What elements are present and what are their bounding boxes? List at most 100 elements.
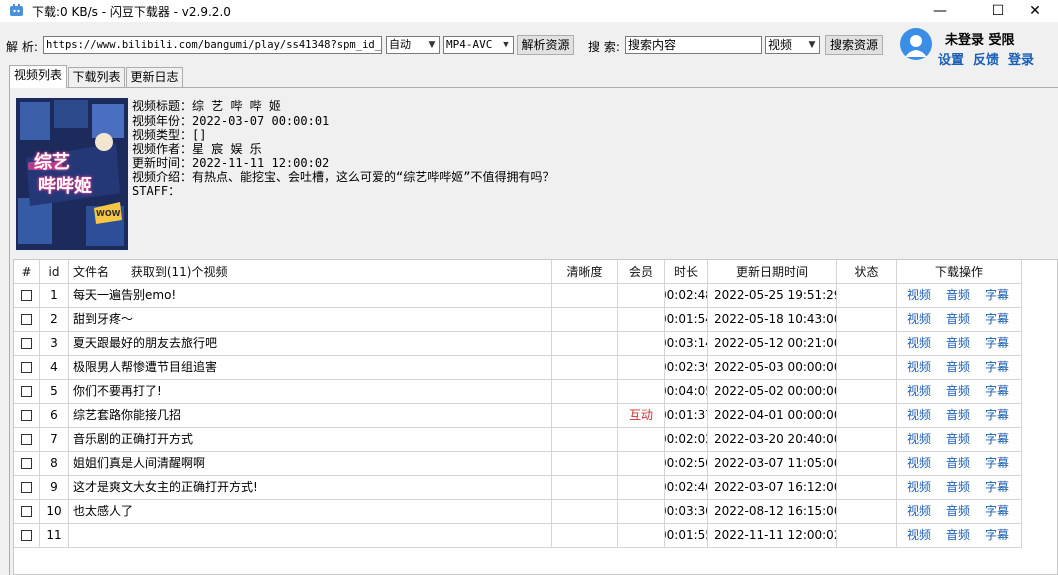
tab-download-list[interactable]: 下载列表	[68, 67, 125, 87]
download-subtitle-link[interactable]: 字幕	[985, 500, 1009, 523]
header-filename-label: 文件名	[73, 265, 110, 279]
download-video-link[interactable]: 视频	[907, 356, 931, 379]
row-id: 7	[40, 428, 69, 452]
chevron-down-icon: ▼	[808, 40, 816, 50]
download-audio-link[interactable]: 音频	[946, 524, 970, 547]
download-video-link[interactable]: 视频	[907, 308, 931, 331]
settings-link[interactable]: 设置	[938, 49, 964, 68]
download-video-link[interactable]: 视频	[907, 428, 931, 451]
row-date: 2022-04-01 00:00:00	[708, 404, 837, 428]
download-video-link[interactable]: 视频	[907, 524, 931, 547]
codec-value: MP4-AVC	[446, 38, 493, 51]
checkbox-cell	[14, 284, 40, 308]
row-quality	[552, 452, 618, 476]
row-duration: 00:02:02	[665, 428, 708, 452]
download-subtitle-link[interactable]: 字幕	[985, 308, 1009, 331]
close-button[interactable]: ✕	[1012, 0, 1058, 22]
download-subtitle-link[interactable]: 字幕	[985, 332, 1009, 355]
download-audio-link[interactable]: 音频	[946, 380, 970, 403]
download-audio-link[interactable]: 音频	[946, 308, 970, 331]
download-video-link[interactable]: 视频	[907, 404, 931, 427]
search-input[interactable]: 搜索内容	[625, 36, 762, 54]
row-filename: 甜到牙疼～	[69, 308, 552, 332]
row-ops: 视频 音频 字幕	[897, 500, 1022, 524]
download-subtitle-link[interactable]: 字幕	[985, 428, 1009, 451]
row-checkbox[interactable]	[21, 434, 32, 445]
search-button[interactable]: 搜索资源	[825, 35, 883, 55]
download-subtitle-link[interactable]: 字幕	[985, 380, 1009, 403]
user-icon	[905, 35, 927, 57]
row-filename: 音乐剧的正确打开方式	[69, 428, 552, 452]
row-ops: 视频 音频 字幕	[897, 404, 1022, 428]
row-date: 2022-08-12 16:15:00	[708, 500, 837, 524]
row-filename: 极限男人帮惨遭节目组追害	[69, 356, 552, 380]
cover-text-1: 综艺	[34, 152, 70, 173]
download-audio-link[interactable]: 音频	[946, 332, 970, 355]
download-video-link[interactable]: 视频	[907, 380, 931, 403]
download-audio-link[interactable]: 音频	[946, 404, 970, 427]
download-audio-link[interactable]: 音频	[946, 500, 970, 523]
row-checkbox[interactable]	[21, 314, 32, 325]
cover-text-2: 哔哔姬	[38, 176, 92, 197]
row-checkbox[interactable]	[21, 530, 32, 541]
row-id: 3	[40, 332, 69, 356]
row-checkbox[interactable]	[21, 458, 32, 469]
search-type-select[interactable]: 视频 ▼	[765, 36, 820, 54]
download-audio-link[interactable]: 音频	[946, 476, 970, 499]
header-hash: #	[14, 260, 40, 284]
row-vip	[618, 284, 665, 308]
row-checkbox[interactable]	[21, 338, 32, 349]
row-duration: 00:04:05	[665, 380, 708, 404]
tab-video-list[interactable]: 视频列表	[9, 65, 67, 88]
row-checkbox[interactable]	[21, 410, 32, 421]
row-status	[837, 284, 897, 308]
download-subtitle-link[interactable]: 字幕	[985, 356, 1009, 379]
login-link[interactable]: 登录	[1008, 49, 1034, 68]
download-subtitle-link[interactable]: 字幕	[985, 404, 1009, 427]
download-video-link[interactable]: 视频	[907, 452, 931, 475]
row-duration: 00:01:37	[665, 404, 708, 428]
row-vip	[618, 476, 665, 500]
row-ops: 视频 音频 字幕	[897, 356, 1022, 380]
download-subtitle-link[interactable]: 字幕	[985, 452, 1009, 475]
info-staff: STAFF：	[132, 184, 181, 198]
tab-changelog[interactable]: 更新日志	[126, 67, 183, 87]
checkbox-cell	[14, 524, 40, 548]
row-date: 2022-05-25 19:51:29	[708, 284, 837, 308]
download-video-link[interactable]: 视频	[907, 284, 931, 307]
row-status	[837, 308, 897, 332]
download-video-link[interactable]: 视频	[907, 332, 931, 355]
download-subtitle-link[interactable]: 字幕	[985, 524, 1009, 547]
url-input[interactable]: https://www.bilibili.com/bangumi/play/ss…	[43, 36, 382, 54]
feedback-link[interactable]: 反馈	[973, 49, 999, 68]
download-video-link[interactable]: 视频	[907, 500, 931, 523]
row-checkbox[interactable]	[21, 290, 32, 301]
quality-select[interactable]: 自动 ▼	[386, 36, 440, 54]
avatar[interactable]	[900, 28, 932, 60]
download-audio-link[interactable]: 音频	[946, 428, 970, 451]
row-duration-text: 00:01:55	[665, 528, 707, 542]
codec-select[interactable]: MP4-AVC ▼	[443, 36, 514, 54]
row-status	[837, 524, 897, 548]
row-duration-text: 00:02:40	[665, 480, 707, 494]
checkbox-cell	[14, 332, 40, 356]
info-type: 视频类型：[]	[132, 128, 207, 142]
download-video-link[interactable]: 视频	[907, 476, 931, 499]
download-audio-link[interactable]: 音频	[946, 356, 970, 379]
row-ops: 视频 音频 字幕	[897, 308, 1022, 332]
minimize-button[interactable]: —	[917, 0, 963, 22]
row-checkbox[interactable]	[21, 362, 32, 373]
row-duration-text: 00:02:48	[665, 288, 707, 302]
row-checkbox[interactable]	[21, 386, 32, 397]
info-update: 更新时间：2022-11-11 12:00:02	[132, 156, 330, 170]
download-subtitle-link[interactable]: 字幕	[985, 476, 1009, 499]
download-audio-link[interactable]: 音频	[946, 452, 970, 475]
download-audio-link[interactable]: 音频	[946, 284, 970, 307]
parse-button[interactable]: 解析资源	[517, 35, 574, 55]
row-filename: 每天一遍告别emo!	[69, 284, 552, 308]
row-quality	[552, 428, 618, 452]
row-checkbox[interactable]	[21, 506, 32, 517]
row-checkbox[interactable]	[21, 482, 32, 493]
download-subtitle-link[interactable]: 字幕	[985, 284, 1009, 307]
search-type-value: 视频	[768, 38, 793, 52]
